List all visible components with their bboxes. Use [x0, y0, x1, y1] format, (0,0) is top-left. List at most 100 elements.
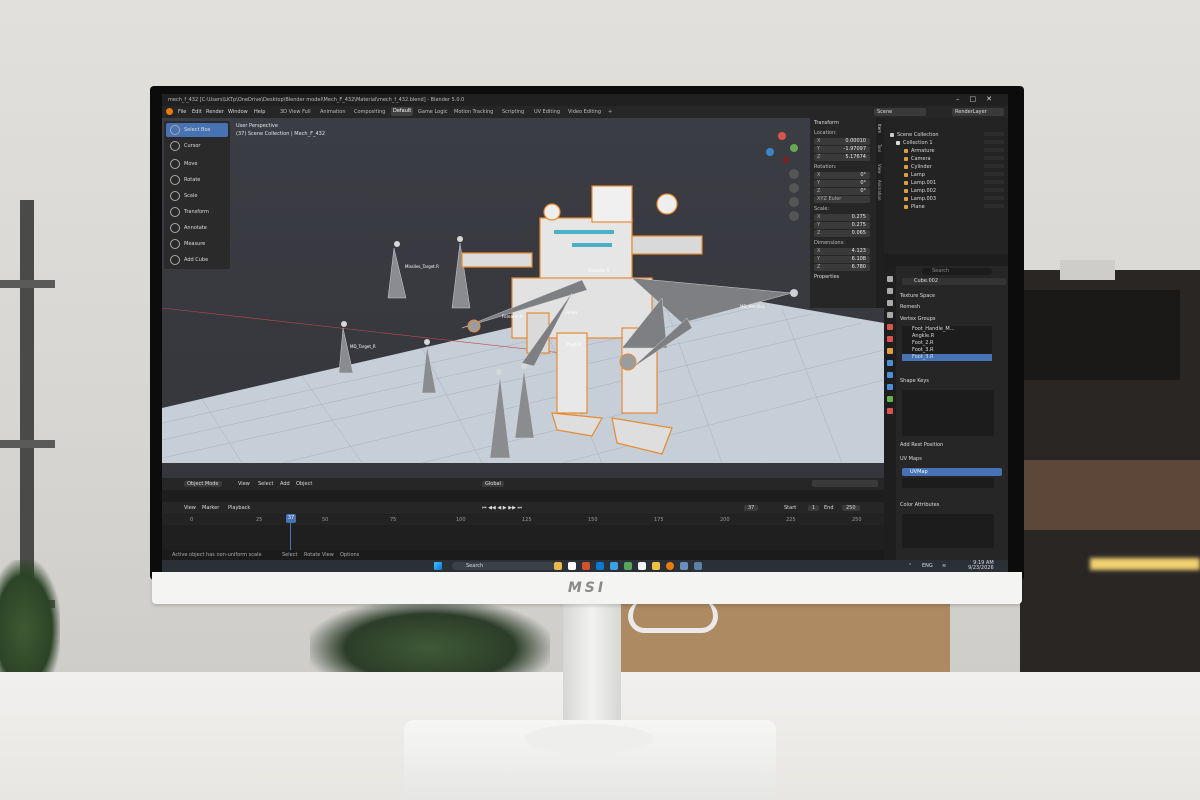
menu-window[interactable]: Window [228, 109, 248, 115]
outliner-item-plane[interactable]: Plane [904, 204, 925, 211]
outliner-item-lamp[interactable]: Lamp [904, 172, 925, 179]
rotation-y-field[interactable]: Y 0° [814, 180, 870, 187]
playhead[interactable]: 37 [286, 514, 296, 523]
tool-add-cube[interactable]: Add Cube [166, 253, 228, 267]
outliner-item-lamp-003[interactable]: Lamp.003 [904, 196, 936, 203]
maximize-button[interactable]: □ [970, 95, 987, 103]
current-frame-field[interactable]: 37 [744, 505, 759, 511]
shape-keys-section[interactable]: Shape Keys [900, 378, 929, 384]
start-button-icon[interactable] [434, 562, 442, 570]
outliner-item-cylinder[interactable]: Cylinder [904, 164, 932, 171]
timeline-menu-marker[interactable]: Marker [202, 505, 219, 511]
vertex-group-item[interactable]: Foot_2.R [902, 340, 992, 347]
add-rest-position-checkbox[interactable]: Add Rest Position [900, 442, 943, 448]
tab-view[interactable]: View [877, 164, 882, 174]
tab-tool[interactable]: Tool [877, 144, 882, 152]
location-x-field[interactable]: X 0.00010 [814, 138, 870, 145]
end-frame-field[interactable]: 250 [842, 505, 860, 511]
rotation-z-field[interactable]: Z 0° [814, 188, 870, 195]
tab-game-logic[interactable]: Game Logic [418, 109, 448, 115]
uv-maps-list[interactable] [902, 478, 994, 488]
transform-orientation-select[interactable]: Global [482, 481, 504, 487]
material-tab-icon[interactable] [887, 408, 893, 414]
tool-annotate[interactable]: Annotate [166, 221, 228, 235]
object-name-field[interactable]: Cube.002 [902, 278, 1006, 285]
menu-add[interactable]: Add [280, 481, 290, 487]
settings-icon[interactable] [694, 562, 702, 570]
dimensions-x-field[interactable]: X 4.123 [814, 248, 870, 255]
tab-uv-editing[interactable]: UV Editing [534, 109, 560, 115]
tab-3d-view-full[interactable]: 3D View Full [280, 109, 311, 115]
remesh-section[interactable]: Remesh [900, 304, 920, 310]
color-attributes-list[interactable] [902, 514, 994, 548]
folder-icon[interactable] [652, 562, 660, 570]
menu-file[interactable]: File [178, 109, 186, 115]
tab-default[interactable]: Default [391, 107, 414, 116]
menu-help[interactable]: Help [254, 109, 265, 115]
file-explorer-icon[interactable] [554, 562, 562, 570]
uv-maps-section[interactable]: UV Maps [900, 456, 922, 462]
timeline-menu-view[interactable]: View [184, 505, 196, 511]
physics-tab-icon[interactable] [887, 384, 893, 390]
teams-icon[interactable] [680, 562, 688, 570]
mode-selector[interactable]: Object Mode [184, 481, 222, 487]
dimensions-z-field[interactable]: Z 6.780 [814, 264, 870, 271]
tab-animation[interactable]: Animation [877, 180, 882, 200]
view-layer-tab-icon[interactable] [887, 312, 893, 318]
vertex-groups-section[interactable]: Vertex Groups [900, 316, 936, 322]
outliner-item-armature[interactable]: Armature [904, 148, 934, 155]
world-tab-icon[interactable] [887, 336, 893, 342]
3d-viewport[interactable]: Missiles_Target.R MD_Target_R MD_HandleL… [162, 118, 884, 490]
vertex-group-item[interactable]: Angkle.R [902, 333, 992, 340]
dimensions-y-field[interactable]: Y 6.108 [814, 256, 870, 263]
tool-tab-icon[interactable] [887, 276, 893, 282]
menu-object[interactable]: Object [296, 481, 312, 487]
tab-scripting[interactable]: Scripting [502, 109, 524, 115]
outliner-item-camera[interactable]: Camera [904, 156, 931, 163]
visibility-eye-icons[interactable] [984, 132, 1004, 212]
wifi-icon[interactable]: ≋ [942, 564, 946, 569]
location-z-field[interactable]: Z 5.17674 [814, 154, 870, 161]
uv-map-item[interactable]: UVMap [902, 468, 1002, 476]
shading-buttons[interactable] [812, 480, 878, 487]
tray-chevron-icon[interactable]: ⌃ [908, 564, 912, 569]
outliner-collection-1[interactable]: Collection 1 [896, 140, 933, 147]
tab-video-editing[interactable]: Video Editing [568, 109, 601, 115]
transform-section-header[interactable]: Transform [810, 118, 876, 128]
scale-y-field[interactable]: Y 0.275 [814, 222, 870, 229]
output-tab-icon[interactable] [887, 300, 893, 306]
clock[interactable]: 9:19 AM 9/23/2026 [968, 561, 994, 571]
tab-motion-tracking[interactable]: Motion Tracking [454, 109, 493, 115]
scene-tab-icon[interactable] [887, 324, 893, 330]
add-workspace-button[interactable]: + [608, 109, 612, 115]
timeline-ruler[interactable]: 0 25 50 75 100 125 150 175 200 225 250 [162, 515, 884, 525]
playback-controls[interactable]: ⏮ ◀◀ ◀ ▶ ▶▶ ⏭ [482, 505, 522, 511]
mail-icon[interactable] [610, 562, 618, 570]
modifier-tab-icon[interactable] [887, 360, 893, 366]
vertex-group-item[interactable]: Foot_Handle_M... [902, 326, 992, 333]
tool-scale[interactable]: Scale [166, 189, 228, 203]
scene-selector[interactable]: Scene [874, 108, 926, 116]
properties-section-header[interactable]: Properties [810, 272, 876, 282]
vertex-group-item-selected[interactable]: Foot_3.R [902, 354, 992, 361]
location-y-field[interactable]: Y -1.97097 [814, 146, 870, 153]
tab-item[interactable]: Item [877, 124, 882, 133]
menu-render[interactable]: Render [206, 109, 224, 115]
menu-edit[interactable]: Edit [192, 109, 202, 115]
outliner-item-lamp-002[interactable]: Lamp.002 [904, 188, 936, 195]
timeline-menu-playback[interactable]: Playback [228, 505, 250, 511]
tool-cursor[interactable]: Cursor [166, 139, 228, 153]
particles-tab-icon[interactable] [887, 372, 893, 378]
blender-taskbar-icon[interactable] [666, 562, 674, 570]
edge-icon[interactable] [596, 562, 604, 570]
color-attributes-section[interactable]: Color Attributes [900, 502, 939, 508]
rotation-x-field[interactable]: X 0° [814, 172, 870, 179]
texture-space-section[interactable]: Texture Space [900, 293, 935, 299]
tool-move[interactable]: Move [166, 157, 228, 171]
vertex-group-item[interactable]: Foot_3.R [902, 347, 992, 354]
shape-keys-list[interactable] [902, 390, 994, 436]
view-layer-selector[interactable]: RenderLayer [952, 108, 1004, 116]
store-icon[interactable] [624, 562, 632, 570]
tool-transform[interactable]: Transform [166, 205, 228, 219]
office-icon[interactable] [582, 562, 590, 570]
